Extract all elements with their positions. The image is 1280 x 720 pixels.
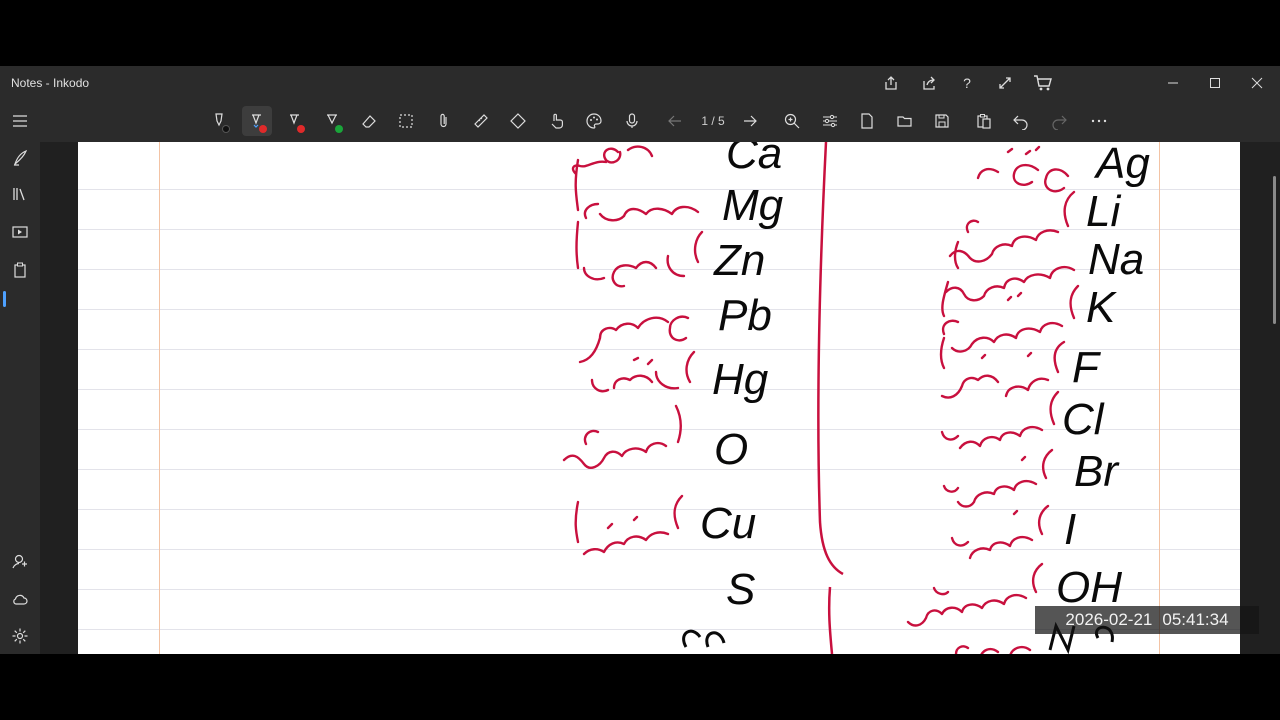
title-bar: Notes - Inkodo ? xyxy=(0,66,1280,100)
symbol-ag: Ag xyxy=(1093,142,1150,188)
symbol-hg: Hg xyxy=(712,355,769,404)
slideshow-icon[interactable] xyxy=(8,220,32,244)
note-page[interactable]: Ca Mg Zn Pb Hg O Cu S Ag Li Na K F Cl Br xyxy=(78,142,1240,654)
fullscreen-icon[interactable] xyxy=(986,66,1024,100)
eraser-icon[interactable] xyxy=(354,106,384,136)
paste-icon[interactable] xyxy=(969,106,999,136)
symbol-o: O xyxy=(714,425,748,474)
timestamp-time: 05:41:34 xyxy=(1162,610,1229,629)
pen-red-icon[interactable] xyxy=(242,106,272,136)
symbol-oh: OH xyxy=(1056,563,1122,612)
library-icon[interactable] xyxy=(8,182,32,206)
zoom-icon[interactable] xyxy=(777,106,807,136)
cart-icon[interactable] xyxy=(1024,66,1062,100)
symbol-ca: Ca xyxy=(726,142,782,178)
symbol-k: K xyxy=(1086,283,1117,332)
settings-icon[interactable] xyxy=(8,624,32,648)
close-icon[interactable] xyxy=(1236,66,1278,100)
handwriting-layer: Ca Mg Zn Pb Hg O Cu S Ag Li Na K F Cl Br xyxy=(562,142,1150,654)
note-canvas[interactable]: Ca Mg Zn Pb Hg O Cu S Ag Li Na K F Cl Br xyxy=(40,142,1280,654)
ruler-icon[interactable] xyxy=(466,106,496,136)
symbol-cu: Cu xyxy=(700,499,756,548)
minimize-icon[interactable] xyxy=(1152,66,1194,100)
attach-icon[interactable] xyxy=(429,106,459,136)
symbol-zn: Zn xyxy=(713,236,765,285)
symbol-i: I xyxy=(1064,505,1076,554)
vertical-scrollbar[interactable] xyxy=(1273,176,1276,324)
symbol-li: Li xyxy=(1086,187,1121,236)
sidebar xyxy=(0,142,40,654)
feedback-icon[interactable] xyxy=(8,549,32,573)
highlighter-red-icon[interactable] xyxy=(280,106,310,136)
next-page-icon[interactable] xyxy=(735,106,765,136)
color-palette-icon[interactable] xyxy=(579,106,609,136)
microphone-icon[interactable] xyxy=(617,106,647,136)
pen-black-icon[interactable] xyxy=(205,106,235,136)
export-icon[interactable] xyxy=(910,66,948,100)
shapes-icon[interactable] xyxy=(503,106,533,136)
timestamp-date: 2026-02-21 xyxy=(1065,610,1153,629)
symbol-br: Br xyxy=(1074,447,1120,496)
symbol-na: Na xyxy=(1088,235,1144,284)
undo-icon[interactable] xyxy=(1006,106,1036,136)
previous-page-icon[interactable] xyxy=(660,106,690,136)
active-indicator xyxy=(3,291,6,307)
touch-write-icon[interactable] xyxy=(541,106,571,136)
menu-icon[interactable] xyxy=(5,106,35,136)
symbol-mg: Mg xyxy=(722,181,784,230)
highlighter-green-icon[interactable] xyxy=(318,106,348,136)
save-icon[interactable] xyxy=(927,106,957,136)
page-indicator: 1 / 5 xyxy=(701,114,725,128)
symbol-f: F xyxy=(1072,343,1101,392)
share-icon[interactable] xyxy=(872,66,910,100)
symbol-s: S xyxy=(726,565,755,614)
open-folder-icon[interactable] xyxy=(890,106,920,136)
redo-icon[interactable] xyxy=(1044,106,1074,136)
settings-sliders-icon[interactable] xyxy=(815,106,845,136)
symbol-pb: Pb xyxy=(718,291,772,340)
pen-tools-icon[interactable] xyxy=(8,146,32,170)
timestamp-overlay: 2026-02-21 05:41:34 xyxy=(1035,606,1259,634)
maximize-icon[interactable] xyxy=(1194,66,1236,100)
clipboard-icon[interactable] xyxy=(8,258,32,282)
svg-text:?: ? xyxy=(963,75,971,91)
more-icon[interactable] xyxy=(1084,106,1114,136)
toolbar: 1 / 5 xyxy=(0,100,1280,142)
window-title: Notes - Inkodo xyxy=(11,76,90,90)
lasso-select-icon[interactable] xyxy=(391,106,421,136)
help-icon[interactable]: ? xyxy=(948,66,986,100)
new-page-icon[interactable] xyxy=(852,106,882,136)
symbol-cl: Cl xyxy=(1062,395,1105,444)
cloud-icon[interactable] xyxy=(8,587,32,611)
